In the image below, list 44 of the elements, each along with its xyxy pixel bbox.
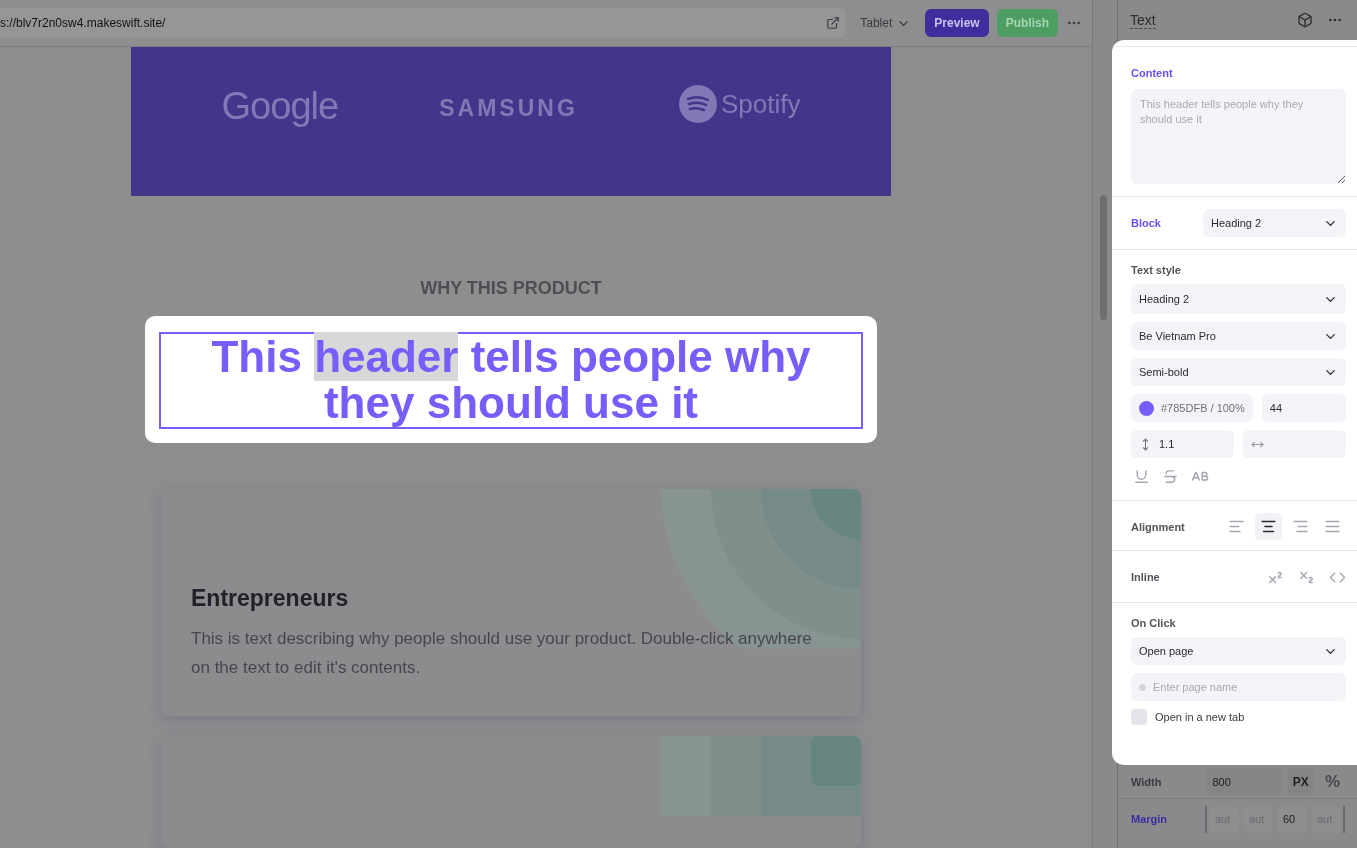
section-label: Inline (1131, 570, 1160, 583)
cube-icon[interactable] (1297, 12, 1313, 28)
unit-toggle[interactable]: % (1319, 768, 1345, 795)
section-label: Block (1131, 217, 1162, 229)
section-label: Text style (1131, 264, 1182, 276)
line-height-field[interactable]: 1.1 (1131, 430, 1234, 458)
strikethrough-icon[interactable] (1162, 468, 1179, 485)
unit-toggle[interactable]: PX (1287, 768, 1314, 795)
checkbox-label: Open in a new tab (1155, 711, 1245, 723)
style-select[interactable]: Heading 2 (1131, 284, 1346, 314)
block-select[interactable]: Heading 2 (1203, 209, 1346, 237)
margin-field[interactable]: 60 (1277, 805, 1307, 833)
scrollbar-thumb[interactable] (1100, 195, 1107, 320)
letter-spacing-field[interactable] (1243, 430, 1346, 458)
brand-logo: Spotify (678, 85, 801, 123)
weight-select[interactable]: Semi-bold (1131, 358, 1346, 386)
card-text: This is text describing why people should use your product. Double-click anywhere on the text to edit it's contents. (191, 627, 813, 679)
content-field[interactable]: This header tells people why they should use it (1131, 89, 1346, 184)
device-dropdown[interactable]: Tablet (854, 11, 918, 35)
underline-icon[interactable] (1133, 468, 1150, 485)
section-label: Content (1131, 67, 1174, 79)
card-title: Entrepreneurs (191, 584, 350, 612)
panel-title: Text (1130, 11, 1156, 29)
align-center-icon[interactable] (1255, 513, 1282, 540)
new-tab-checkbox[interactable] (1131, 709, 1147, 725)
section-label: On Click (1131, 617, 1177, 629)
action-select[interactable]: Open page (1131, 637, 1346, 665)
brand-logo: Google (221, 85, 339, 128)
preview-button[interactable]: Preview (925, 9, 989, 37)
external-link-icon[interactable] (826, 16, 841, 30)
color-field[interactable]: #785DFB / 100% (1131, 394, 1253, 422)
font-select[interactable]: Be Vietnam Pro (1131, 322, 1346, 350)
brand-logo: SAMSUNG (439, 95, 578, 122)
field-label: Margin (1131, 813, 1169, 825)
superscript-icon[interactable] (1267, 569, 1284, 586)
field-label: Width (1131, 775, 1163, 788)
width-field[interactable]: 800 (1206, 768, 1282, 795)
section-label: Alignment (1131, 520, 1185, 533)
section-eyebrow: WHY THIS PRODUCT (419, 278, 603, 300)
color-swatch[interactable] (1139, 400, 1154, 416)
selected-heading[interactable]: This header tells people why they should use it (159, 332, 863, 429)
size-field[interactable]: 44 (1261, 394, 1346, 422)
subscript-icon[interactable] (1298, 569, 1315, 586)
url-field[interactable]: s://blv7r2n0sw4.makeswift.site/ (0, 8, 847, 38)
